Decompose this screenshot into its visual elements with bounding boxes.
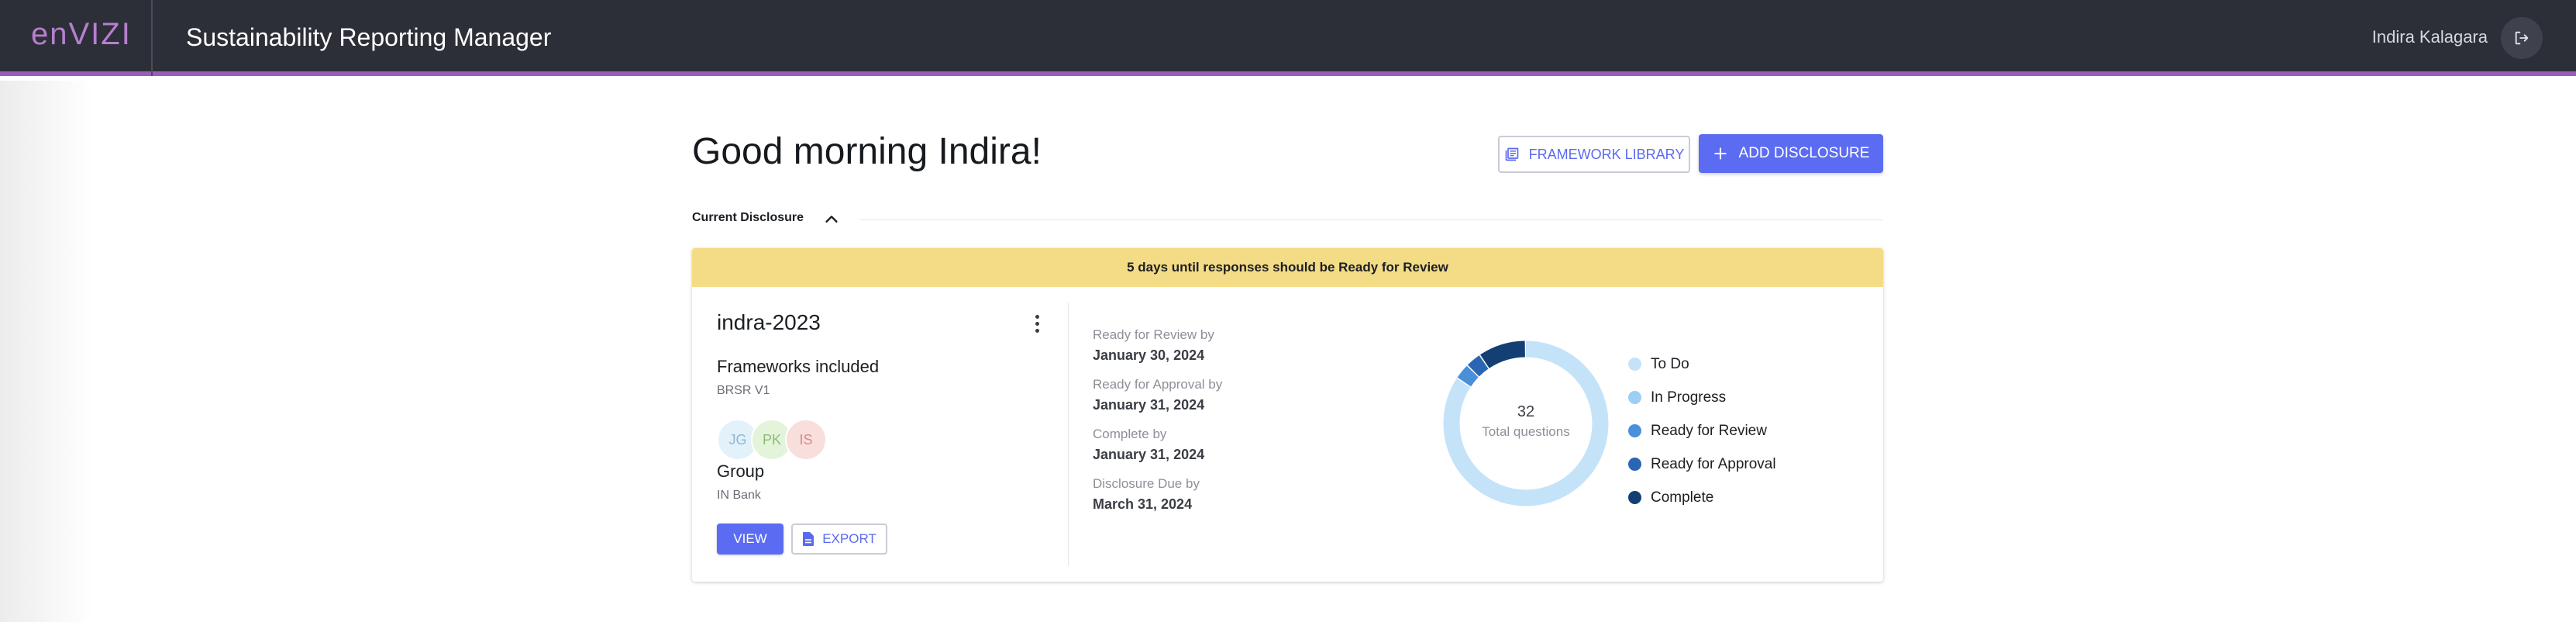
framework-library-label: FRAMEWORK LIBRARY	[1528, 146, 1685, 162]
ready-for-approval-date: Ready for Approval by January 31, 2024	[1093, 377, 1222, 413]
total-questions-label: Total questions	[1482, 424, 1570, 439]
date-label: Ready for Review by	[1093, 327, 1214, 342]
legend-item-to-do: To Do	[1628, 347, 1776, 381]
avatar-initials: IS	[799, 431, 813, 447]
add-disclosure-button[interactable]: ADD DISCLOSURE	[1699, 134, 1883, 173]
disclosure-due-date: Disclosure Due by March 31, 2024	[1093, 476, 1200, 513]
document-icon	[803, 532, 814, 546]
legend-label: In Progress	[1651, 389, 1727, 406]
view-label: VIEW	[733, 531, 767, 546]
chevron-up-icon[interactable]	[823, 211, 840, 228]
date-value: January 31, 2024	[1093, 397, 1205, 413]
library-books-icon	[1505, 147, 1518, 161]
legend-dot	[1628, 424, 1641, 437]
current-disclosure-label: Current Disclosure	[692, 211, 804, 224]
complete-date: Complete by January 31, 2024	[1093, 427, 1204, 463]
status-legend: To Do In Progress Ready for Review Ready…	[1628, 347, 1776, 514]
section-divider	[860, 219, 1883, 220]
total-questions-count: 32	[1517, 403, 1535, 420]
group-label: Group	[717, 461, 765, 481]
page-side-shade	[0, 81, 93, 622]
avatar-initials: PK	[762, 431, 781, 447]
greeting-heading: Good morning Indira!	[692, 131, 1042, 172]
envizi-logo[interactable]: enVIZI	[31, 17, 132, 52]
legend-dot	[1628, 358, 1641, 371]
avatar[interactable]: IS	[785, 419, 827, 461]
export-button[interactable]: EXPORT	[791, 524, 887, 555]
user-name[interactable]: Indira Kalagara	[2372, 27, 2488, 47]
date-label: Ready for Approval by	[1093, 377, 1223, 392]
add-disclosure-label: ADD DISCLOSURE	[1738, 145, 1870, 161]
date-value: January 30, 2024	[1093, 347, 1205, 363]
donut-center: 32 Total questions	[1434, 403, 1617, 440]
legend-item-ready-for-review: Ready for Review	[1628, 414, 1776, 447]
date-label: Complete by	[1093, 427, 1167, 441]
header-divider	[151, 0, 153, 76]
app-title: Sustainability Reporting Manager	[186, 23, 552, 51]
disclosure-name: indra-2023	[717, 310, 821, 334]
frameworks-label: Frameworks included	[717, 357, 880, 376]
frameworks-value: BRSR V1	[717, 384, 770, 397]
avatar-initials: JG	[728, 431, 747, 447]
legend-dot	[1628, 391, 1641, 404]
framework-library-button[interactable]: FRAMEWORK LIBRARY	[1498, 136, 1690, 173]
top-app-bar: enVIZI Sustainability Reporting Manager …	[0, 0, 2576, 76]
disclosure-card: 5 days until responses should be Ready f…	[692, 248, 1883, 582]
date-value: January 31, 2024	[1093, 447, 1205, 462]
legend-label: To Do	[1651, 355, 1689, 372]
date-label: Disclosure Due by	[1093, 476, 1200, 491]
legend-label: Complete	[1651, 489, 1714, 506]
export-label: EXPORT	[822, 531, 876, 546]
legend-item-in-progress: In Progress	[1628, 381, 1776, 414]
view-button[interactable]: VIEW	[717, 524, 783, 555]
legend-item-ready-for-approval: Ready for Approval	[1628, 447, 1776, 481]
logout-icon	[2515, 31, 2529, 45]
plus-icon	[1713, 147, 1727, 160]
date-value: March 31, 2024	[1093, 496, 1193, 512]
legend-dot	[1628, 458, 1641, 471]
column-divider	[1068, 302, 1069, 566]
legend-label: Ready for Review	[1651, 422, 1767, 439]
deadline-banner: 5 days until responses should be Ready f…	[692, 248, 1883, 287]
group-value: IN Bank	[717, 489, 761, 502]
logout-button[interactable]	[2501, 17, 2543, 59]
deadline-banner-text: 5 days until responses should be Ready f…	[1127, 260, 1448, 275]
ready-for-review-date: Ready for Review by January 30, 2024	[1093, 327, 1214, 364]
legend-label: Ready for Approval	[1651, 455, 1776, 472]
legend-dot	[1628, 491, 1641, 504]
legend-item-complete: Complete	[1628, 481, 1776, 514]
more-options-icon[interactable]	[1028, 312, 1046, 335]
